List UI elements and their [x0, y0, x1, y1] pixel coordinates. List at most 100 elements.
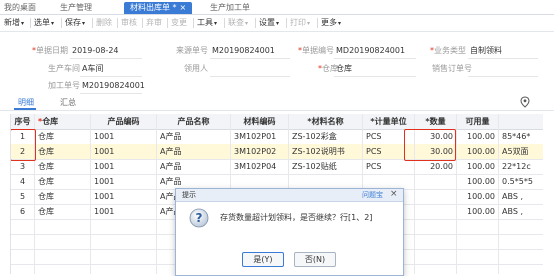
cell-available[interactable]: [457, 234, 499, 249]
column-header-material-name[interactable]: *材料名称: [289, 114, 363, 129]
settings-button[interactable]: 设置▾: [259, 17, 279, 29]
location-pin-icon[interactable]: [520, 96, 530, 108]
cell-quantity[interactable]: [415, 249, 457, 264]
cell-seq[interactable]: 4: [11, 174, 35, 189]
source-no-field[interactable]: M20190824001: [212, 46, 275, 56]
cell-quantity[interactable]: [415, 219, 457, 234]
cell-product-code[interactable]: 1001: [91, 144, 157, 159]
cell-warehouse[interactable]: [35, 249, 91, 264]
column-header-available[interactable]: 可用量: [457, 114, 499, 129]
cell-material-name[interactable]: ZS-102彩盒: [289, 129, 363, 144]
cell-spec[interactable]: [499, 219, 543, 234]
column-header-spec[interactable]: [499, 114, 543, 129]
print-button[interactable]: 打印▾: [290, 17, 310, 29]
cell-product-code[interactable]: 1001: [91, 129, 157, 144]
cell-warehouse[interactable]: 仓库: [35, 204, 91, 219]
tab-my-desktop[interactable]: 我的桌面: [4, 2, 36, 14]
link-query-button[interactable]: 联查▾: [228, 17, 248, 29]
cell-material-name[interactable]: ZS-102说明书: [289, 144, 363, 159]
column-header-seq[interactable]: 序号: [11, 114, 35, 129]
doc-date-field[interactable]: 2019-08-24: [72, 46, 119, 56]
cell-warehouse[interactable]: [35, 264, 91, 274]
column-header-product-code[interactable]: 产品编码: [91, 114, 157, 129]
cell-product-code[interactable]: [91, 219, 157, 234]
process-no-field[interactable]: M20190824001: [82, 81, 145, 91]
cell-seq[interactable]: [11, 234, 35, 249]
save-button[interactable]: 保存▾: [65, 17, 85, 29]
audit-button[interactable]: 审核: [121, 17, 137, 29]
cell-seq[interactable]: [11, 264, 35, 274]
cell-available[interactable]: 100.00: [457, 204, 499, 219]
cell-spec[interactable]: ABS ,: [499, 204, 543, 219]
assistant-link[interactable]: 问题宝: [362, 190, 383, 200]
cell-product-code[interactable]: [91, 249, 157, 264]
cell-quantity[interactable]: 20.00: [415, 159, 457, 174]
tab-material-outbound[interactable]: 材料出库单 * ×: [124, 2, 193, 14]
biz-type-field[interactable]: 自制领料: [470, 46, 502, 56]
cell-unit[interactable]: [363, 174, 415, 189]
cell-product-name[interactable]: A产品: [157, 174, 231, 189]
cell-product-code[interactable]: 1001: [91, 159, 157, 174]
table-row[interactable]: 1 仓库 1001 A产品 3M102P01 ZS-102彩盒 PCS 30.00 100.00…: [11, 129, 543, 145]
cell-product-name[interactable]: A产品: [157, 129, 231, 144]
cell-quantity[interactable]: [415, 204, 457, 219]
table-row[interactable]: 2 仓库 1001 A产品 3M102P02 ZS-102说明书 PCS 30.00 100.0…: [11, 144, 543, 160]
workshop-field[interactable]: A车间: [82, 64, 103, 74]
cell-available[interactable]: 100.00: [457, 189, 499, 204]
delete-button[interactable]: 删除: [96, 17, 112, 29]
cell-product-code[interactable]: 1001: [91, 189, 157, 204]
cell-spec[interactable]: 0.5*5*5: [499, 174, 543, 189]
cell-spec[interactable]: [499, 264, 543, 274]
cell-available[interactable]: [457, 249, 499, 264]
cell-available[interactable]: 100.00: [457, 144, 499, 159]
cell-spec[interactable]: [499, 234, 543, 249]
tab-production-management[interactable]: 生产管理: [60, 2, 92, 14]
cell-warehouse[interactable]: 仓库: [35, 159, 91, 174]
cell-warehouse[interactable]: 仓库: [35, 129, 91, 144]
table-row[interactable]: 3 仓库 1001 A产品 3M102P04 ZS-102贴纸 PCS 20.00 100.00…: [11, 159, 543, 175]
column-header-material-code[interactable]: 材料编码: [231, 114, 289, 129]
cell-available[interactable]: 100.00: [457, 174, 499, 189]
cell-warehouse[interactable]: [35, 219, 91, 234]
change-button[interactable]: 变更: [171, 17, 187, 29]
cell-product-code[interactable]: 1001: [91, 174, 157, 189]
column-header-unit[interactable]: *计量单位: [363, 114, 415, 129]
cell-warehouse[interactable]: 仓库: [35, 174, 91, 189]
cell-material-code[interactable]: [231, 174, 289, 189]
cell-spec[interactable]: 85*46*: [499, 129, 543, 144]
tab-close-icon[interactable]: ×: [180, 3, 187, 12]
cell-available[interactable]: [457, 219, 499, 234]
tab-production-processing[interactable]: 生产加工单: [210, 2, 250, 14]
cell-seq[interactable]: 5: [11, 189, 35, 204]
cell-product-code[interactable]: [91, 234, 157, 249]
new-button[interactable]: 新增▾: [4, 17, 24, 29]
cell-seq[interactable]: [11, 219, 35, 234]
cell-material-code[interactable]: 3M102P02: [231, 144, 289, 159]
cell-product-code[interactable]: 1001: [91, 204, 157, 219]
warehouse-field[interactable]: 仓库: [336, 64, 352, 74]
cell-seq[interactable]: 3: [11, 159, 35, 174]
tab-detail[interactable]: 明细: [18, 98, 34, 108]
cell-material-name[interactable]: ZS-102贴纸: [289, 159, 363, 174]
cell-spec[interactable]: A5双面: [499, 144, 543, 159]
yes-button[interactable]: 是(Y): [242, 252, 284, 267]
select-button[interactable]: 选单▾: [34, 17, 54, 29]
column-header-product-name[interactable]: 产品名称: [157, 114, 231, 129]
cell-spec[interactable]: [499, 249, 543, 264]
cell-material-code[interactable]: 3M102P04: [231, 159, 289, 174]
cell-quantity[interactable]: [415, 234, 457, 249]
cell-product-name[interactable]: A产品: [157, 159, 231, 174]
cell-spec[interactable]: 22*12c: [499, 159, 543, 174]
cell-available[interactable]: [457, 264, 499, 274]
more-button[interactable]: 更多▾: [321, 17, 341, 29]
cell-quantity[interactable]: [415, 264, 457, 274]
column-header-warehouse[interactable]: *仓库: [35, 114, 91, 129]
column-header-quantity[interactable]: *数量: [415, 114, 457, 129]
cell-product-code[interactable]: [91, 264, 157, 274]
cell-spec[interactable]: ABS ,: [499, 189, 543, 204]
cell-seq[interactable]: 6: [11, 204, 35, 219]
tools-button[interactable]: 工具▾: [197, 17, 217, 29]
cell-unit[interactable]: PCS: [363, 159, 415, 174]
cell-product-name[interactable]: A产品: [157, 144, 231, 159]
cell-warehouse[interactable]: 仓库: [35, 189, 91, 204]
